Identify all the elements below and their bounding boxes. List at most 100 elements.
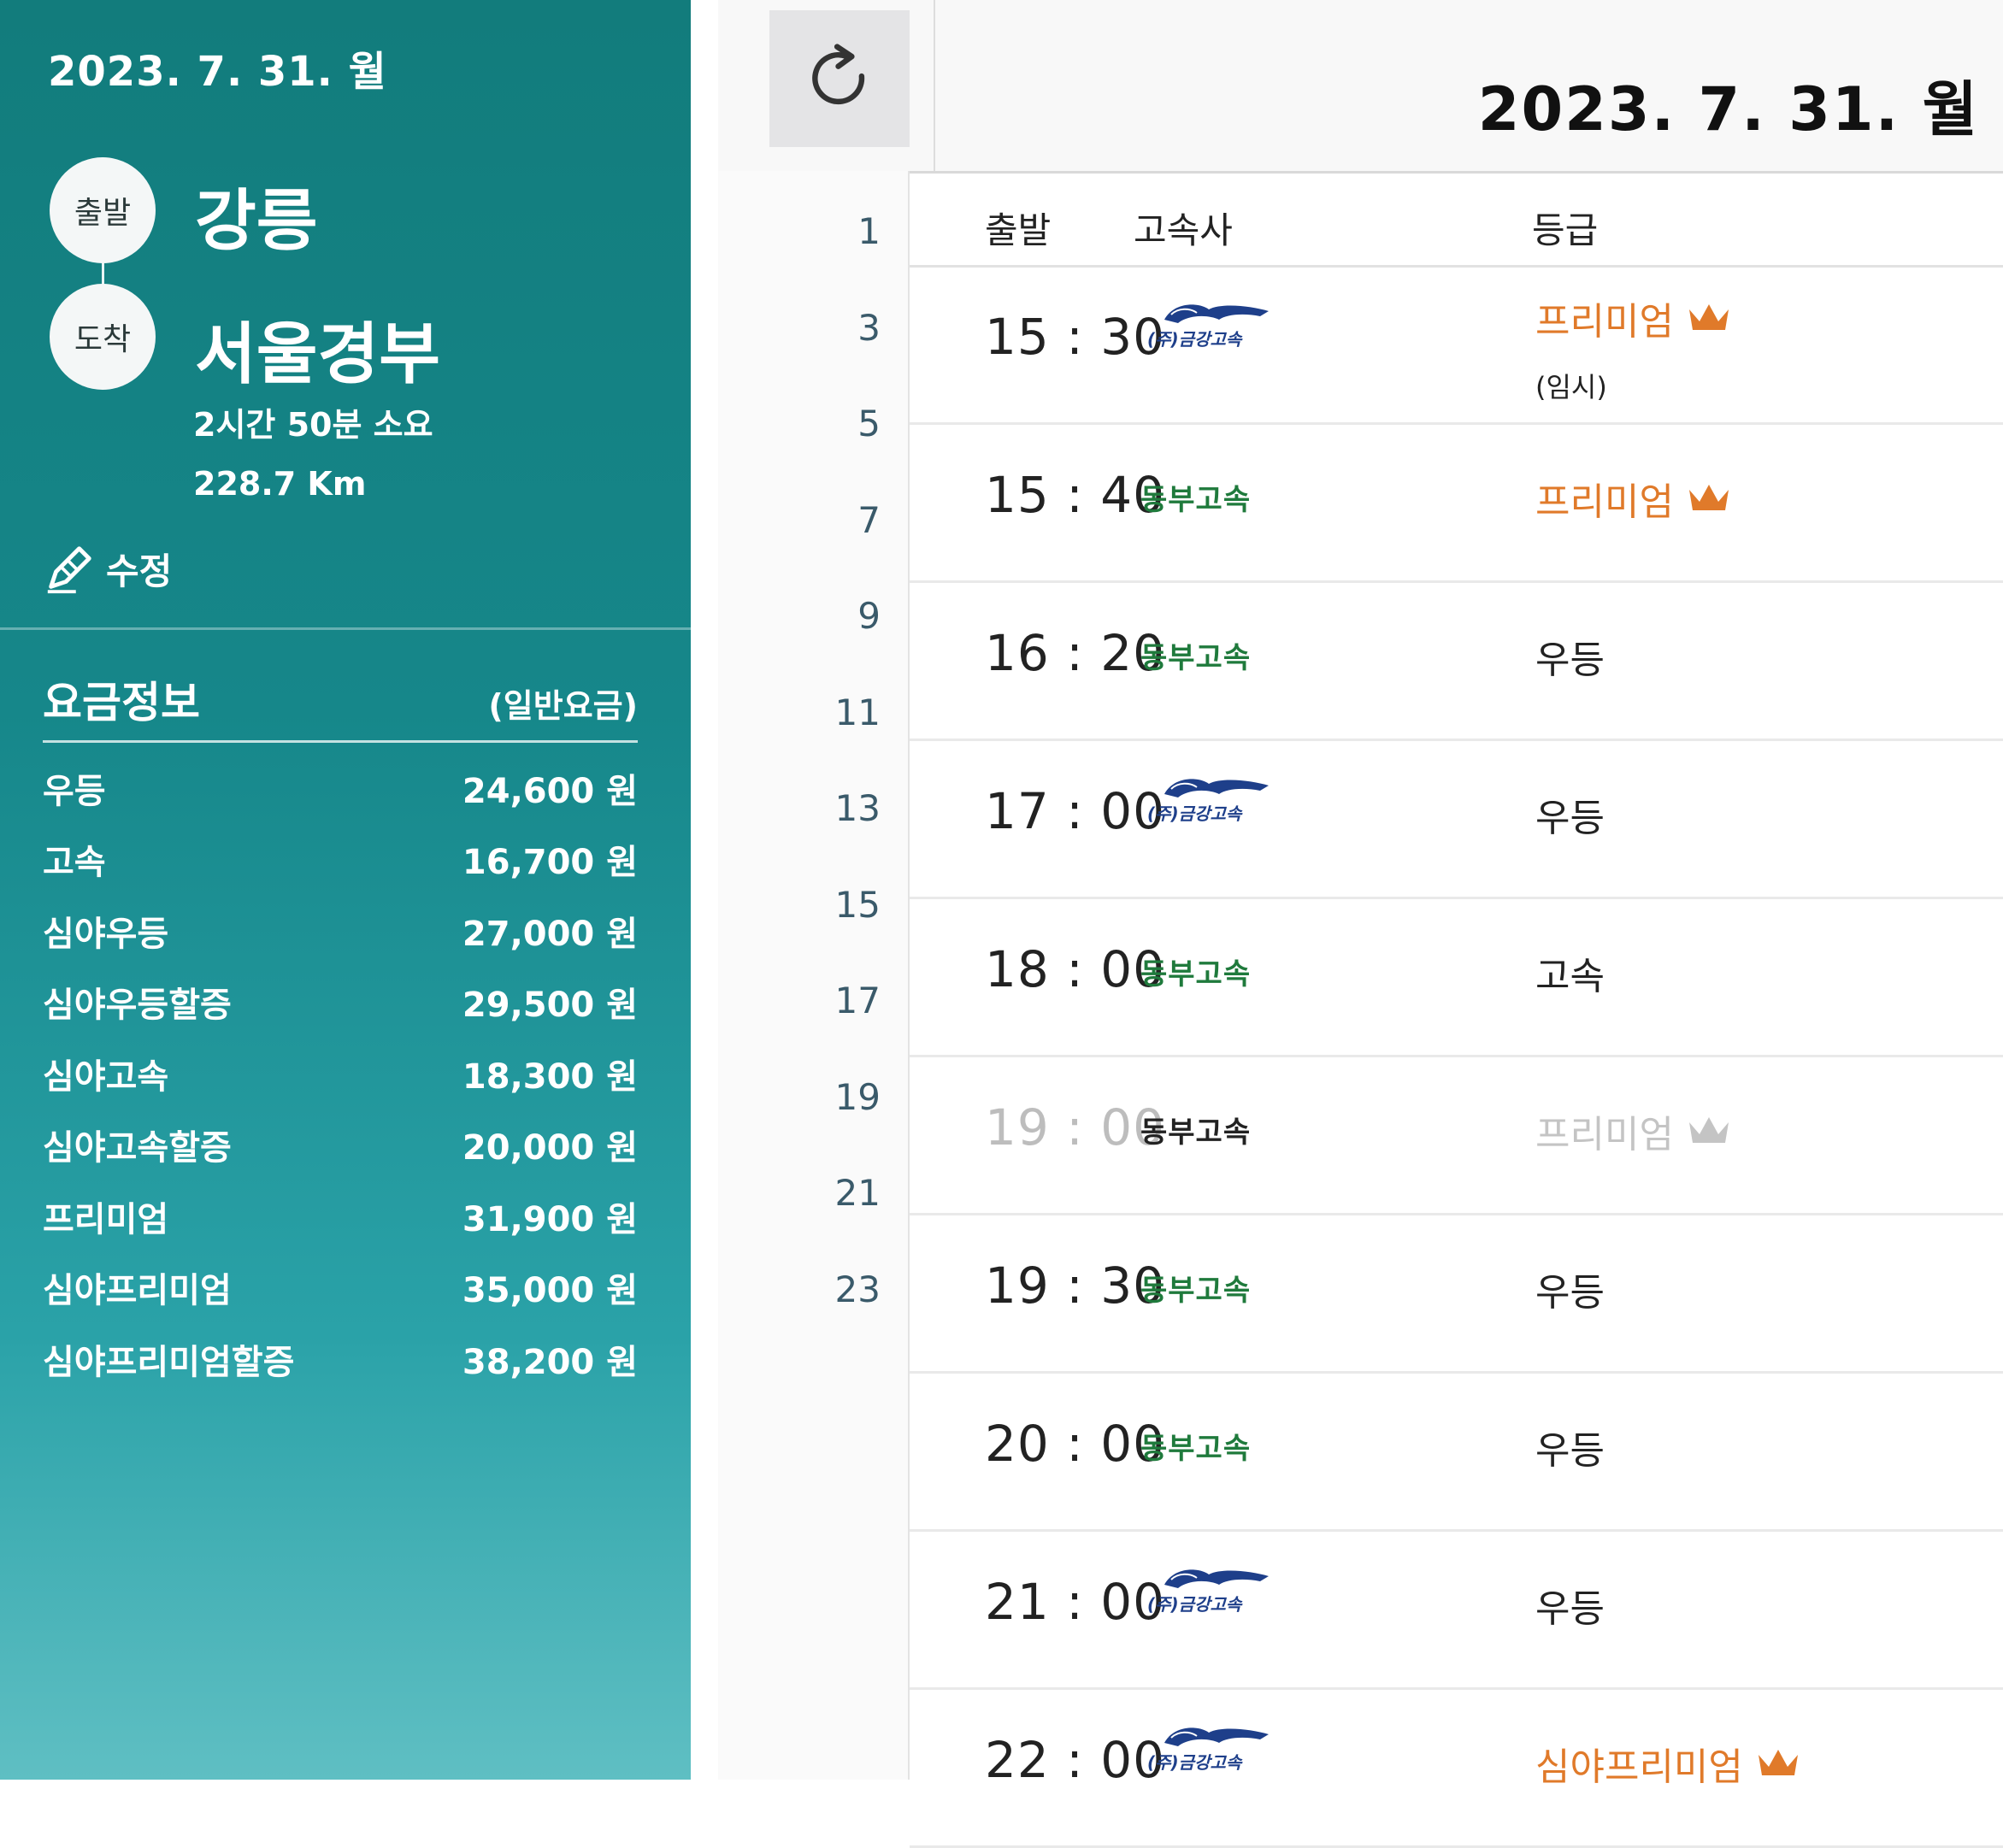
schedule-row[interactable]: 15 : 30 (주)금강고속 프리미엄 (임시) [910,265,2003,425]
timetable-header: 출발 고속사 등급 [910,193,2003,268]
grade-label: 심야프리미엄 [1535,1745,1743,1789]
fare-price: 31,900 원 [462,1199,638,1239]
fare-grade: 프리미엄 [43,1199,169,1239]
row-number: 15 [834,883,881,926]
grade-label: 우등 [1535,639,1605,682]
row-number: 13 [834,787,881,829]
company-name: 동부고속 [1140,1274,1252,1308]
fare-info-header: 요금정보 (일반요금) [43,668,638,730]
crown-icon [1688,304,1729,330]
geumgang-logo: (주)금강고속 [1147,779,1269,824]
schedule-row[interactable]: 18 : 00 동부고속 고속 [910,898,2003,1057]
schedule-row[interactable]: 20 : 00 동부고속 우등 [910,1372,2003,1532]
bus-grade: 고속 [1535,945,1605,1000]
fare-row: 프리미엄 31,900 원 [43,1180,638,1252]
timetable-panel: 2023. 7. 31. 월 1 3 5 7 9 11 13 15 17 19 21 23 출발 고속… [691,0,2003,1848]
schedule-row[interactable]: 22 : 00 (주)금강고속 심야프리미엄 [910,1688,2003,1848]
grade-label: 우등 [1535,797,1605,840]
bus-company: 동부고속 [1140,1109,1251,1151]
schedule-row[interactable]: 21 : 00 (주)금강고속 우등 [910,1530,2003,1690]
toolbar-separator [934,0,935,171]
grade-label: 우등 [1535,1429,1605,1473]
company-name: (주)금강고속 [1147,329,1243,350]
company-name: 동부고속 [1140,1115,1252,1150]
company-name: (주)금강고속 [1147,1752,1243,1773]
route-summary-sidebar: 2023. 7. 31. 월 출발 강릉 도착 서울경부 2시간 50분 소요 … [0,0,691,1780]
fare-price: 29,500 원 [462,986,638,1026]
fare-header-divider [43,740,638,743]
schedule-row[interactable]: 19 : 00 동부고속 프리미엄 [910,1056,2003,1215]
fare-grade: 우등 [43,771,106,811]
geumgang-logo: (주)금강고속 [1147,1727,1269,1773]
bus-company: 동부고속 [1140,634,1251,676]
fare-price: 24,600 원 [462,771,638,811]
departure-city: 강릉 [195,183,318,260]
departure-time: 17 : 00 [985,782,1166,840]
bus-grade: 우등 [1535,1420,1605,1474]
bus-grade: 심야프리미엄 [1535,1736,1801,1791]
departure-time: 15 : 40 [985,466,1166,524]
company-name: (주)금강고속 [1147,1594,1243,1615]
fare-grade: 심야고속할증 [43,1128,232,1168]
fare-row: 고속 16,700 원 [43,824,638,896]
fare-price: 27,000 원 [462,914,638,954]
grade-label: 우등 [1535,1587,1605,1631]
fare-row: 심야고속할증 20,000 원 [43,1109,638,1181]
company-name: (주)금강고속 [1147,803,1243,824]
refresh-button[interactable] [769,10,910,147]
schedule-row[interactable]: 17 : 00 (주)금강고속 우등 [910,739,2003,899]
company-name: 동부고속 [1140,483,1252,517]
departure-time: 18 : 00 [985,940,1166,998]
fare-price: 38,200 원 [462,1342,638,1382]
row-number: 7 [857,498,881,541]
trip-duration: 2시간 50분 소요 [193,406,433,444]
fare-row: 우등 24,600 원 [43,752,638,824]
crown-icon [1758,1750,1798,1775]
bus-grade: 우등 [1535,1262,1605,1316]
fare-row: 심야고속 18,300 원 [43,1038,638,1109]
bus-company: 동부고속 [1140,476,1251,518]
bus-grade: 프리미엄 [1535,1104,1732,1158]
row-number: 9 [857,595,881,637]
row-number: 1 [857,210,881,252]
grade-label: 고속 [1535,955,1605,998]
grade-label: 우등 [1535,1271,1605,1315]
bus-company: (주)금강고속 [1140,294,1294,350]
grade-label: 프리미엄 [1535,300,1674,344]
bus-grade: 프리미엄 [1535,471,1732,526]
row-number: 5 [857,403,881,444]
schedule-row[interactable]: 15 : 40 동부고속 프리미엄 [910,423,2003,583]
timetable-toolbar: 2023. 7. 31. 월 [718,0,2003,174]
fare-price: 16,700 원 [462,843,638,883]
fare-row: 심야프리미엄 35,000 원 [43,1252,638,1324]
fare-grade: 심야우등할증 [43,986,232,1026]
departure-time: 20 : 00 [985,1415,1166,1473]
bus-company: (주)금강고속 [1140,1717,1294,1774]
fare-grade: 고속 [43,843,106,883]
fare-grade: 심야프리미엄 [43,1271,232,1311]
row-number: 21 [834,1172,881,1214]
grade-note: (임시) [1535,371,1607,403]
crown-icon [1688,1117,1729,1143]
edit-label: 수정 [106,550,173,592]
arrival-badge: 도착 [50,284,156,390]
departure-time: 21 : 00 [985,1573,1166,1631]
row-number: 11 [834,691,881,733]
bus-grade: 우등 [1535,1578,1605,1633]
schedule-row[interactable]: 16 : 20 동부고속 우등 [910,581,2003,741]
fare-grade: 심야우등 [43,914,169,954]
fare-grade: 심야프리미엄할증 [43,1342,295,1382]
bus-company: 동부고속 [1140,1267,1251,1309]
bus-company: 동부고속 [1140,950,1251,992]
grade-label: 프리미엄 [1535,480,1674,524]
fare-info-title: 요금정보 [43,678,200,727]
sidebar-divider [0,627,691,630]
fare-row: 심야우등 27,000 원 [43,895,638,967]
departure-time: 16 : 20 [985,624,1166,682]
geumgang-logo: (주)금강고속 [1147,1569,1269,1615]
edit-route-button[interactable]: 수정 [43,542,172,595]
edit-pen-icon [47,546,91,594]
schedule-row[interactable]: 19 : 30 동부고속 우등 [910,1214,2003,1374]
bus-company: 동부고속 [1140,1425,1251,1467]
bus-grade: 우등 [1535,787,1605,842]
